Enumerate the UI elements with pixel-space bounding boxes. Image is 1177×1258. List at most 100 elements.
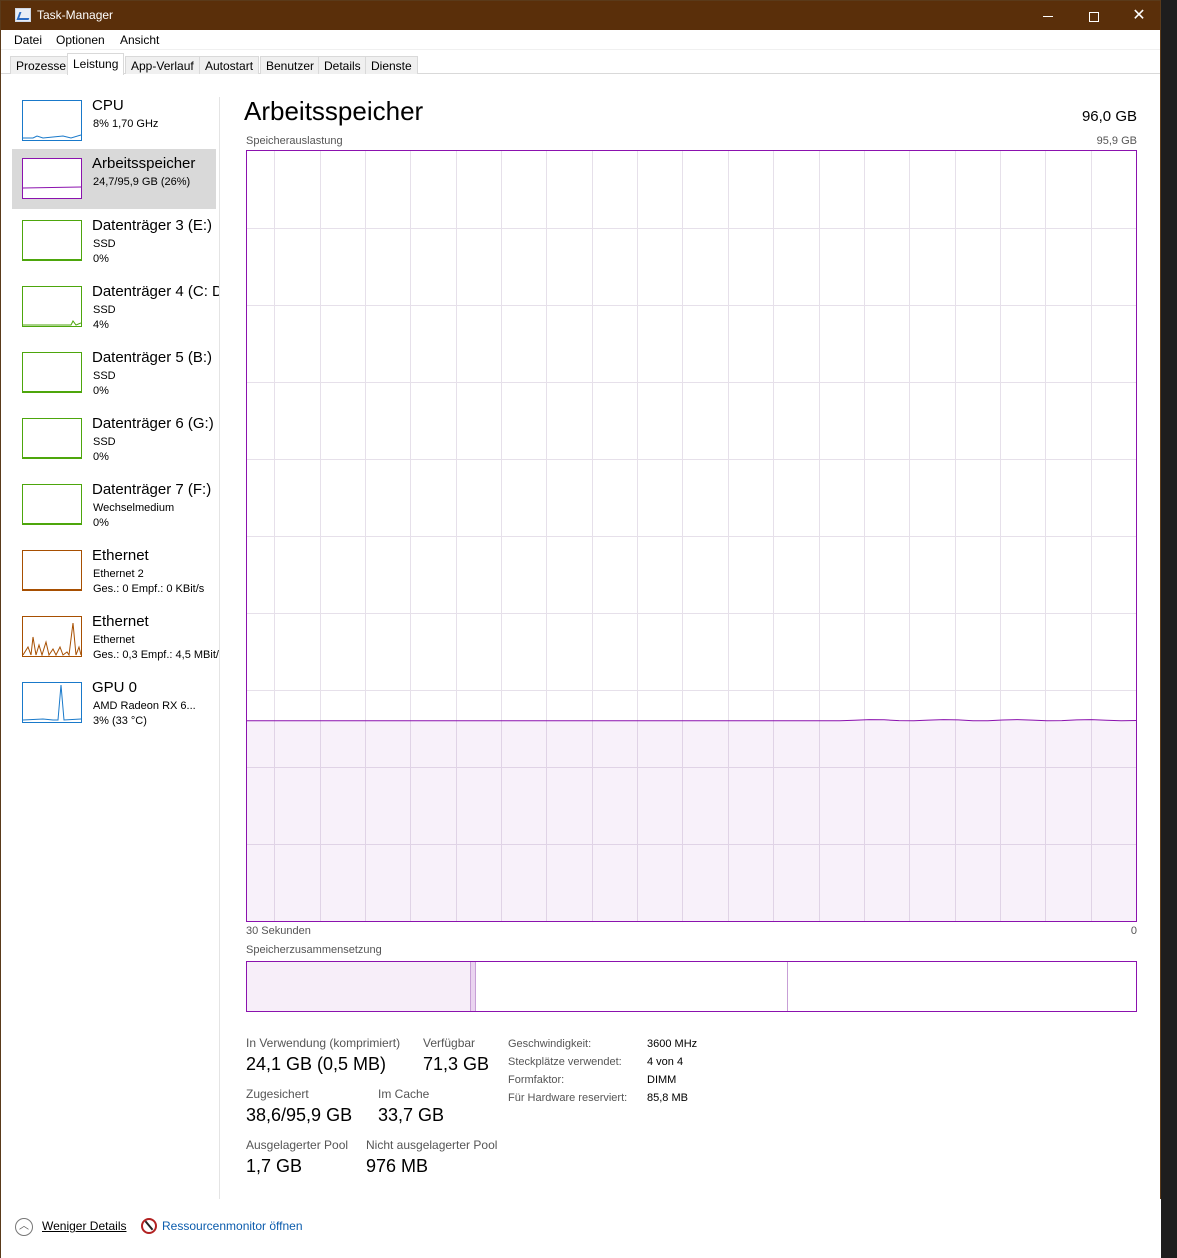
thumbnail-sparkline bbox=[23, 186, 81, 189]
sidebar-item-detail-1: 24,7/95,9 GB (26%) bbox=[93, 176, 191, 188]
stat-in-use-label: In Verwendung (komprimiert) bbox=[246, 1036, 401, 1050]
tab-bar: Prozesse Leistung App-Verlauf Autostart … bbox=[1, 52, 1160, 75]
sidebar-item-title: Datenträger 7 (F:) bbox=[92, 481, 212, 498]
sparkline-path bbox=[23, 320, 81, 326]
sidebar-item-title: Arbeitsspeicher bbox=[92, 155, 196, 172]
sidebar-item-0[interactable]: CPU 8% 1,70 GHz bbox=[12, 91, 216, 151]
sidebar-thumbnail-graph bbox=[22, 682, 82, 723]
sidebar-item-6[interactable]: Datenträger 7 (F:) Wechselmedium 0% bbox=[12, 475, 216, 535]
thumbnail-sparkline bbox=[23, 320, 81, 326]
window-title: Task-Manager bbox=[37, 8, 114, 22]
maximize-icon bbox=[1089, 11, 1099, 22]
sidebar-item-detail-1: SSD bbox=[93, 304, 116, 316]
memory-composition-bar bbox=[246, 961, 1137, 1012]
resource-monitor-icon bbox=[141, 1218, 157, 1234]
detail-reserved-label: Für Hardware reserviert: bbox=[508, 1092, 628, 1104]
stat-available: Verfügbar 71,3 GB bbox=[423, 1036, 489, 1075]
menu-optionen[interactable]: Optionen bbox=[56, 33, 105, 47]
sidebar-thumbnail-graph bbox=[22, 352, 82, 393]
tab-dienste[interactable]: Dienste bbox=[365, 56, 418, 74]
stat-nonpaged-pool: Nicht ausgelagerter Pool 976 MB bbox=[366, 1138, 497, 1177]
tab-prozesse[interactable]: Prozesse bbox=[10, 56, 73, 74]
stat-nonpaged-pool-label: Nicht ausgelagerter Pool bbox=[366, 1138, 498, 1152]
stat-paged-pool-label: Ausgelagerter Pool bbox=[246, 1138, 349, 1152]
sparkline-path bbox=[23, 134, 81, 139]
footer-bar: ︿ Weniger Details Ressourcenmonitor öffn… bbox=[1, 1199, 1161, 1258]
sidebar-item-detail-2: 0% bbox=[93, 517, 109, 529]
minimize-button[interactable] bbox=[1025, 1, 1071, 30]
sidebar-item-title: Ethernet bbox=[92, 613, 149, 630]
detail-slots-value: 4 von 4 bbox=[647, 1056, 684, 1068]
memory-panel: Arbeitsspeicher 96,0 GB Speicherauslastu… bbox=[220, 74, 1161, 1199]
stat-available-label: Verfügbar bbox=[423, 1036, 476, 1050]
tab-autostart[interactable]: Autostart bbox=[199, 56, 260, 74]
stat-committed-value: 38,6/95,9 GB bbox=[246, 1105, 353, 1125]
thumbnail-sparkline bbox=[23, 391, 81, 392]
usage-chart-label: Speicherauslastung bbox=[246, 135, 343, 147]
sidebar-item-detail-2: 3% (33 °C) bbox=[93, 715, 147, 727]
sidebar-thumbnail-graph bbox=[22, 100, 82, 141]
tab-benutzer[interactable]: Benutzer bbox=[260, 56, 321, 74]
sidebar-item-title: Ethernet bbox=[92, 547, 149, 564]
close-button[interactable]: ✕ bbox=[1116, 1, 1162, 30]
memory-usage-chart bbox=[246, 150, 1137, 922]
sidebar-item-title: GPU 0 bbox=[92, 679, 138, 696]
stat-committed: Zugesichert 38,6/95,9 GB bbox=[246, 1087, 352, 1126]
menu-ansicht[interactable]: Ansicht bbox=[120, 33, 159, 47]
sidebar-item-detail-2: 4% bbox=[93, 319, 109, 331]
tab-leistung[interactable]: Leistung bbox=[67, 53, 125, 75]
x-axis-start-label: 30 Sekunden bbox=[246, 925, 311, 937]
menu-datei[interactable]: Datei bbox=[14, 33, 42, 47]
thumbnail-sparkline bbox=[23, 684, 81, 721]
tab-details[interactable]: Details bbox=[318, 56, 367, 74]
sidebar-item-4[interactable]: Datenträger 5 (B:) SSD 0% bbox=[12, 343, 216, 403]
stat-cached-value: 33,7 GB bbox=[378, 1105, 445, 1125]
sidebar-item-title: Datenträger 4 (C: D bbox=[92, 283, 219, 300]
sidebar-item-5[interactable]: Datenträger 6 (G:) SSD 0% bbox=[12, 409, 216, 469]
total-memory: 96,0 GB bbox=[1081, 108, 1137, 125]
sidebar-thumbnail-graph bbox=[22, 220, 82, 261]
sidebar-item-detail-1: Ethernet bbox=[93, 634, 135, 646]
sidebar-item-title: CPU bbox=[92, 97, 124, 114]
sidebar-item-detail-1: Wechselmedium bbox=[93, 502, 175, 514]
sidebar-item-3[interactable]: Datenträger 4 (C: D SSD 4% bbox=[12, 277, 219, 337]
maximize-button[interactable] bbox=[1071, 1, 1117, 30]
detail-speed-label: Geschwindigkeit: bbox=[508, 1038, 592, 1050]
sidebar-item-detail-1: AMD Radeon RX 6... bbox=[93, 700, 196, 712]
stat-available-value: 71,3 GB bbox=[423, 1054, 490, 1074]
sidebar-item-detail-2: 0% bbox=[93, 451, 109, 463]
minimize-icon bbox=[1043, 16, 1053, 18]
stat-nonpaged-pool-value: 976 MB bbox=[366, 1156, 429, 1176]
sidebar-item-detail-1: 8% 1,70 GHz bbox=[93, 118, 159, 130]
thumbnail-sparkline bbox=[23, 134, 81, 139]
detail-speed-value: 3600 MHz bbox=[647, 1038, 698, 1050]
resource-monitor-label: Ressourcenmonitor öffnen bbox=[162, 1219, 303, 1233]
sidebar-item-title: Datenträger 3 (E:) bbox=[92, 217, 213, 234]
sidebar-item-1[interactable]: Arbeitsspeicher 24,7/95,9 GB (26%) bbox=[12, 149, 216, 209]
sidebar-item-detail-2: 0% bbox=[93, 253, 109, 265]
sidebar-item-8[interactable]: Ethernet Ethernet Ges.: 0,3 Empf.: 4,5 MBi… bbox=[12, 607, 219, 667]
tab-app-verlauf[interactable]: App-Verlauf bbox=[125, 56, 200, 74]
sidebar-item-detail-1: SSD bbox=[93, 238, 116, 250]
sidebar-item-detail-2: 0% bbox=[93, 385, 109, 397]
thumbnail-sparkline bbox=[23, 457, 81, 458]
sidebar-thumbnail-graph bbox=[22, 484, 82, 525]
detail-reserved-value: 85,8 MB bbox=[647, 1092, 688, 1104]
thumbnail-sparkline bbox=[23, 622, 81, 656]
thumbnail-sparkline bbox=[23, 589, 81, 590]
sidebar-thumbnail-graph bbox=[22, 286, 82, 327]
sidebar-item-2[interactable]: Datenträger 3 (E:) SSD 0% bbox=[12, 211, 216, 271]
sidebar-item-7[interactable]: Ethernet Ethernet 2 Ges.: 0 Empf.: 0 KBit/… bbox=[12, 541, 216, 601]
detail-slots-label: Steckplätze verwendet: bbox=[508, 1056, 622, 1068]
chevron-up-icon: ︿ bbox=[15, 1218, 33, 1236]
sidebar-thumbnail-graph bbox=[22, 616, 82, 657]
stat-paged-pool-value: 1,7 GB bbox=[246, 1156, 303, 1176]
sparkline-path bbox=[23, 684, 81, 721]
sidebar-item-9[interactable]: GPU 0 AMD Radeon RX 6... 3% (33 °C) bbox=[12, 673, 216, 733]
composition-free bbox=[786, 962, 1136, 1011]
composition-in-use bbox=[247, 962, 471, 1011]
stat-cached-label: Im Cache bbox=[378, 1087, 430, 1101]
sidebar-item-detail-1: SSD bbox=[93, 436, 116, 448]
stat-cached: Im Cache 33,7 GB bbox=[378, 1087, 444, 1126]
sidebar-thumbnail-graph bbox=[22, 550, 82, 591]
